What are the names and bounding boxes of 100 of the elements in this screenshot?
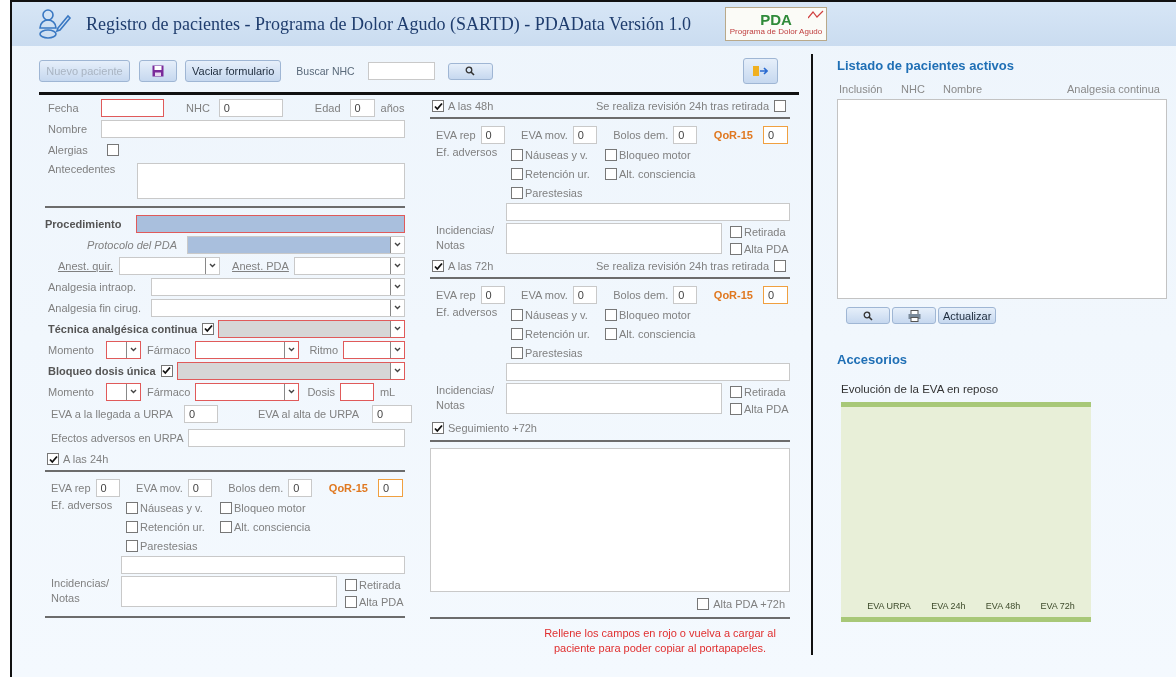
notes-field[interactable] (506, 223, 722, 254)
print-button[interactable] (892, 307, 936, 324)
field-label: NHC (186, 101, 210, 114)
chevron-icon (394, 284, 401, 289)
logo: PDA Programa de Dolor Agudo (725, 7, 827, 41)
dropdown[interactable] (195, 382, 300, 401)
checkbox[interactable] (730, 402, 742, 415)
checkbox[interactable] (107, 143, 119, 156)
search-button[interactable] (447, 62, 493, 80)
text-field[interactable]: 0 (377, 479, 403, 497)
notes-field[interactable] (121, 576, 337, 607)
checkbox[interactable] (730, 242, 742, 255)
checkbox[interactable] (47, 453, 59, 465)
checkbox-label: Náuseas y v. (140, 501, 203, 514)
text-field[interactable] (121, 556, 405, 574)
score-label: Bolos dem. (613, 289, 669, 301)
axis-label: EVA URPA (867, 601, 911, 611)
checkbox-label: Náuseas y v. (525, 148, 588, 161)
checkbox-label: Alta PDA (744, 402, 789, 415)
checkbox[interactable] (511, 327, 523, 340)
field-label: Momento (48, 343, 95, 356)
checkbox[interactable] (511, 346, 523, 359)
field-link[interactable]: Anest. PDA (232, 259, 289, 272)
text-field[interactable]: 0 (372, 405, 412, 423)
text-field[interactable]: 0 (673, 286, 698, 304)
checkbox[interactable] (126, 539, 138, 552)
checkbox[interactable] (605, 148, 617, 161)
notes-field[interactable] (506, 383, 722, 414)
checkbox[interactable] (220, 501, 232, 514)
text-field[interactable]: 0 (480, 126, 505, 144)
checkbox[interactable] (345, 578, 357, 591)
search-button[interactable] (846, 307, 890, 324)
save-button[interactable] (139, 60, 177, 82)
field-label: EVA al alta de URPA (257, 408, 359, 420)
text-field[interactable]: 0 (673, 126, 698, 144)
text-field[interactable]: 0 (187, 479, 212, 497)
dropdown[interactable] (106, 340, 141, 359)
dropdown[interactable] (106, 382, 141, 401)
field-label: Antecedentes (48, 163, 117, 175)
save-icon (152, 65, 164, 77)
checkbox[interactable] (774, 100, 786, 112)
text-field[interactable] (101, 98, 164, 117)
dropdown[interactable] (195, 340, 300, 359)
text-field[interactable]: 0 (349, 98, 375, 117)
checkbox[interactable] (432, 100, 444, 112)
checkbox[interactable] (730, 385, 742, 398)
text-field[interactable]: 0 (572, 286, 597, 304)
checkbox-label: A las 72h (448, 260, 494, 272)
text-field[interactable] (136, 214, 405, 233)
checkbox[interactable] (511, 148, 523, 161)
checkbox[interactable] (697, 598, 710, 610)
field-label: Fármaco (147, 343, 191, 356)
checkbox[interactable] (432, 260, 444, 272)
checkbox-label: Retención ur. (140, 520, 205, 533)
clear-form-button[interactable]: Vaciar formulario (185, 60, 282, 82)
field-link[interactable]: Anest. quir. (58, 259, 114, 272)
checkbox-label: Alta PDA (359, 595, 404, 608)
search-icon (465, 66, 476, 76)
checkbox[interactable] (511, 308, 523, 321)
checkbox-label: Seguimiento +72h (448, 422, 537, 434)
text-field[interactable]: 0 (762, 286, 788, 304)
score-label: EVA mov. (136, 482, 183, 494)
checkbox[interactable] (605, 308, 617, 321)
text-field[interactable]: 0 (288, 479, 313, 497)
field-label: Protocolo del PDA (86, 238, 177, 251)
checkbox-label: Retención ur. (525, 167, 590, 180)
text-field[interactable]: 0 (572, 126, 597, 144)
checkbox[interactable] (605, 327, 617, 340)
text-field[interactable] (101, 119, 405, 138)
text-field[interactable]: 0 (95, 479, 120, 497)
text-field[interactable] (339, 382, 374, 401)
checkbox[interactable] (126, 520, 138, 533)
checkbox[interactable] (511, 186, 523, 199)
text-field[interactable] (506, 363, 790, 381)
checkbox[interactable] (432, 422, 444, 434)
checkbox[interactable] (126, 501, 138, 514)
checkbox[interactable] (345, 595, 357, 608)
checkbox[interactable] (730, 225, 742, 238)
chevron-icon (394, 347, 401, 352)
checkbox[interactable] (511, 167, 523, 180)
column-header: Nombre (943, 83, 984, 95)
checkbox[interactable] (605, 167, 617, 180)
refresh-button[interactable]: Actualizar (938, 307, 997, 324)
search-field[interactable] (367, 62, 435, 80)
dropdown[interactable] (343, 340, 405, 359)
text-field[interactable] (506, 203, 790, 221)
field-label: Buscar NHC (296, 65, 355, 77)
text-field[interactable] (188, 429, 405, 447)
checkbox-label: Alta PDA (744, 242, 789, 255)
text-field[interactable]: 0 (183, 405, 218, 423)
checkbox[interactable] (220, 520, 232, 533)
field-label: Fecha (48, 101, 80, 114)
score-label: QoR-15 (713, 129, 753, 141)
text-field[interactable]: 0 (762, 126, 788, 144)
checkbox[interactable] (774, 260, 786, 272)
follow-up-notes-field[interactable] (430, 448, 790, 592)
checkbox-label: Alt. consciencia (619, 167, 696, 180)
text-field[interactable]: 0 (218, 98, 283, 117)
text-field[interactable]: 0 (480, 286, 505, 304)
exit-button[interactable] (742, 58, 778, 84)
